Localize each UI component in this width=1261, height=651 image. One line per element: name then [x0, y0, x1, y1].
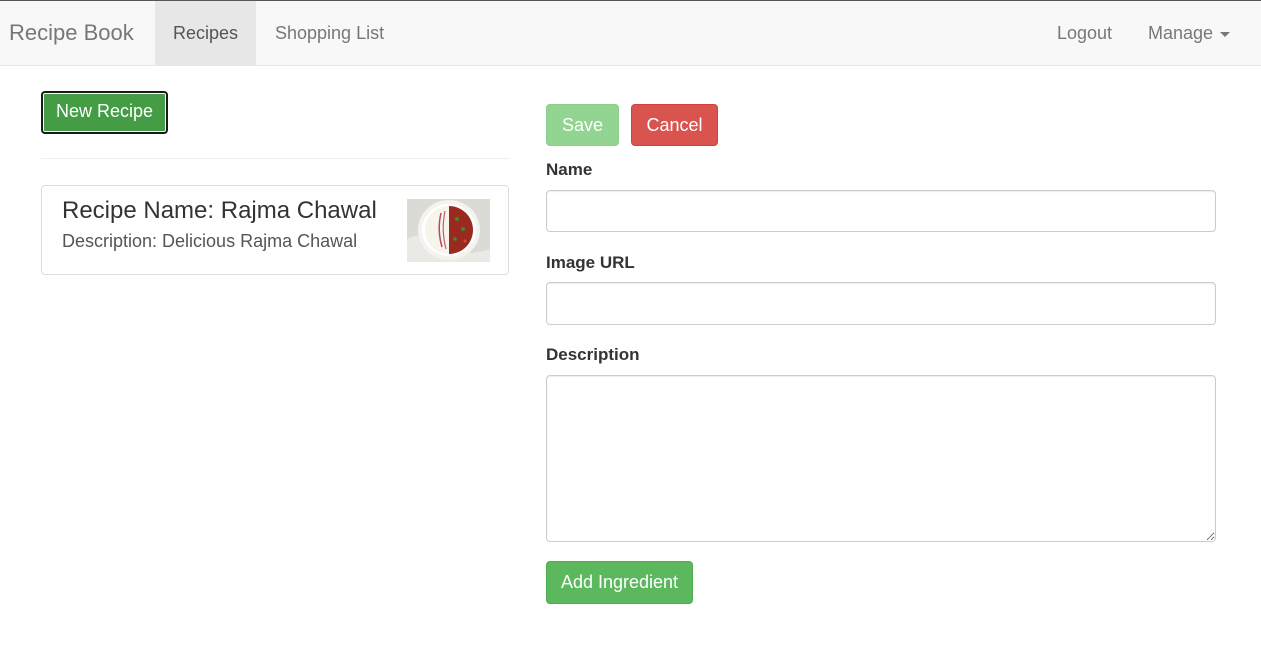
name-input[interactable] — [546, 190, 1216, 232]
add-ingredient-button[interactable]: Add Ingredient — [546, 561, 693, 604]
brand-link[interactable]: Recipe Book — [9, 1, 134, 66]
recipe-description: Description: Delicious Rajma Chawal — [62, 231, 358, 251]
cancel-button[interactable]: Cancel — [631, 104, 718, 146]
recipe-list-item[interactable]: Recipe Name: Rajma Chawal Description: D… — [41, 185, 509, 275]
navbar: Recipe Book Recipes Shopping List Logout… — [0, 0, 1261, 66]
nav-tab-shopping-list[interactable]: Shopping List — [256, 1, 403, 66]
description-label: Description — [546, 345, 640, 364]
nav-tab-recipes[interactable]: Recipes — [155, 1, 256, 66]
manage-dropdown[interactable]: Manage — [1129, 1, 1249, 66]
logout-link[interactable]: Logout — [1038, 1, 1131, 66]
new-recipe-button[interactable]: New Recipe — [41, 91, 168, 134]
image-url-label: Image URL — [546, 253, 635, 272]
rajma-chawal-photo-icon — [407, 199, 490, 262]
caret-down-icon — [1220, 31, 1231, 37]
manage-dropdown-label: Manage — [1148, 23, 1214, 43]
description-textarea[interactable] — [546, 375, 1216, 542]
name-label: Name — [546, 160, 593, 179]
save-button[interactable]: Save — [546, 104, 619, 146]
recipe-name: Recipe Name: Rajma Chawal — [62, 197, 377, 224]
divider — [41, 158, 509, 159]
recipe-image — [407, 199, 490, 262]
image-url-input[interactable] — [546, 282, 1216, 325]
